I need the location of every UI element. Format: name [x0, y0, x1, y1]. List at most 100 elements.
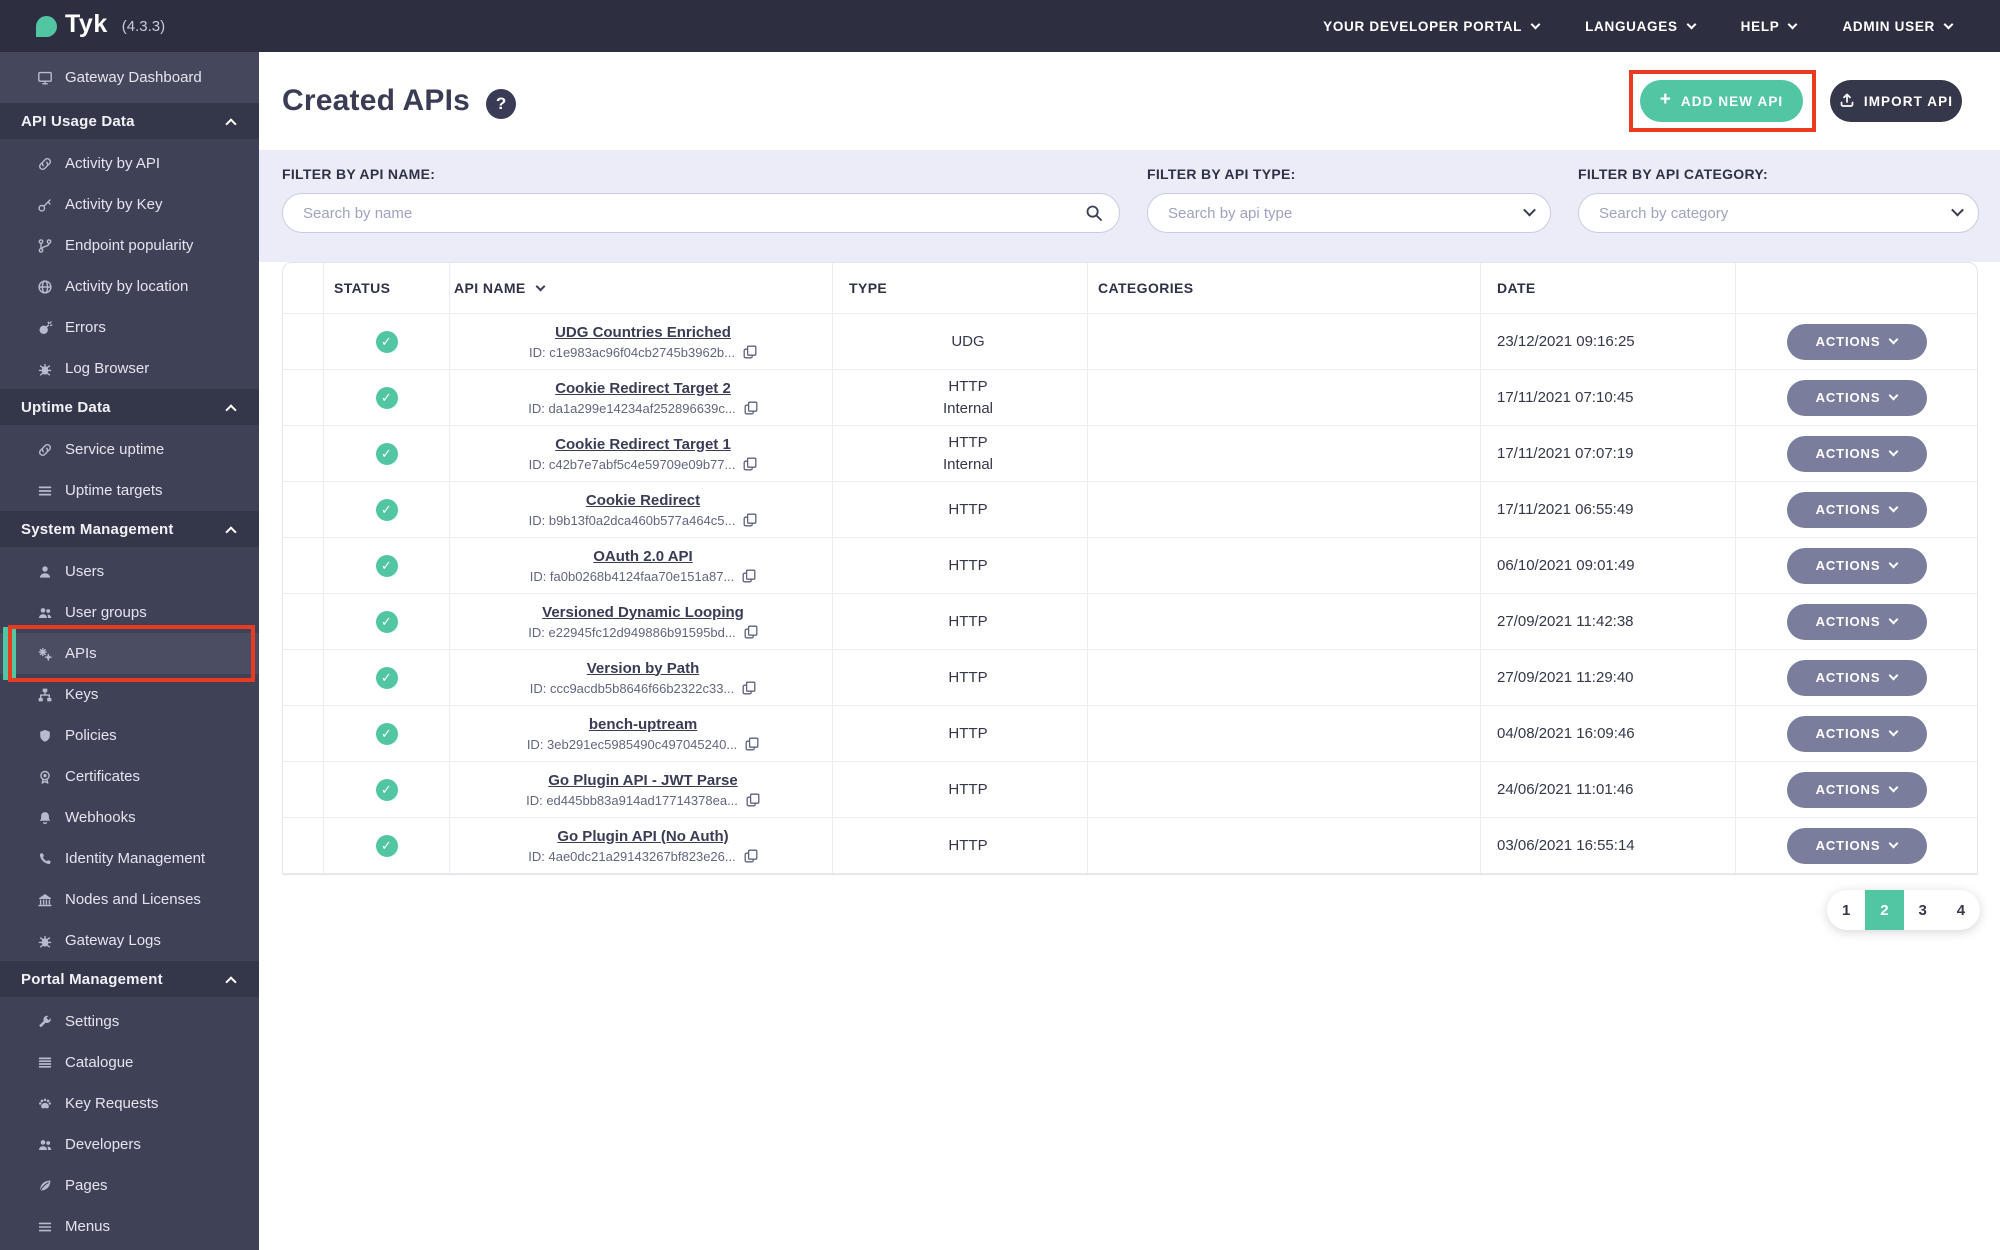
- filter-select-filter-by-api-category[interactable]: Search by category: [1578, 193, 1979, 233]
- copy-icon[interactable]: [743, 345, 757, 359]
- sidebar-item-label: Gateway Dashboard: [65, 69, 202, 86]
- actions-button[interactable]: ACTIONS: [1786, 491, 1927, 528]
- topbar-menu-label: HELP: [1740, 18, 1780, 34]
- api-name-link[interactable]: Go Plugin API - JWT Parse: [548, 772, 737, 789]
- type-line: HTTP: [948, 500, 988, 518]
- sidebar-item-key-requests[interactable]: Key Requests: [0, 1083, 259, 1124]
- api-name-link[interactable]: OAuth 2.0 API: [593, 548, 692, 565]
- api-name-link[interactable]: bench-uptream: [589, 716, 697, 733]
- copy-icon[interactable]: [742, 569, 756, 583]
- actions-button[interactable]: ACTIONS: [1786, 715, 1927, 752]
- copy-icon[interactable]: [743, 457, 757, 471]
- sidebar-section-api-usage-data[interactable]: API Usage Data: [0, 103, 259, 139]
- api-name-link[interactable]: UDG Countries Enriched: [555, 324, 731, 341]
- column-header-api-name[interactable]: API NAME: [450, 263, 833, 314]
- sidebar-item-gateway-logs[interactable]: Gateway Logs: [0, 920, 259, 961]
- api-name-link[interactable]: Go Plugin API (No Auth): [557, 828, 728, 845]
- sidebar-item-keys[interactable]: Keys: [0, 674, 259, 715]
- actions-button[interactable]: ACTIONS: [1786, 435, 1927, 472]
- actions-button[interactable]: ACTIONS: [1786, 603, 1927, 640]
- shield-icon: [36, 728, 54, 744]
- sidebar-item-apis[interactable]: APIs: [0, 627, 259, 680]
- import-api-button[interactable]: IMPORT API: [1830, 80, 1962, 122]
- copy-icon[interactable]: [744, 625, 758, 639]
- table-body: ✓ UDG Countries Enriched ID: c1e983ac96f04…: [283, 314, 1977, 874]
- sidebar-item-user-groups[interactable]: User groups: [0, 592, 259, 633]
- sidebar-item-errors[interactable]: Errors: [0, 307, 259, 348]
- api-name-link[interactable]: Cookie Redirect: [586, 492, 700, 509]
- sidebar-item-log-browser[interactable]: Log Browser: [0, 348, 259, 389]
- topbar-menu-admin-user[interactable]: ADMIN USER: [1842, 19, 1954, 34]
- globe-icon: [36, 279, 54, 295]
- copy-icon[interactable]: [743, 513, 757, 527]
- sidebar-item-activity-by-location[interactable]: Activity by location: [0, 266, 259, 307]
- sidebar-item-settings[interactable]: Settings: [0, 1001, 259, 1042]
- sidebar-item-service-uptime[interactable]: Service uptime: [0, 429, 259, 470]
- sidebar-section-uptime-data[interactable]: Uptime Data: [0, 389, 259, 425]
- api-name-link[interactable]: Versioned Dynamic Looping: [542, 604, 744, 621]
- search-input[interactable]: [303, 204, 1099, 222]
- sidebar-item-gateway-dashboard[interactable]: Gateway Dashboard: [0, 52, 259, 103]
- actions-button[interactable]: ACTIONS: [1786, 827, 1927, 864]
- sidebar-item-catalogue[interactable]: Catalogue: [0, 1042, 259, 1083]
- sidebar-item-nodes-and-licenses[interactable]: Nodes and Licenses: [0, 879, 259, 920]
- api-name-link[interactable]: Cookie Redirect Target 2: [555, 380, 731, 397]
- sidebar-item-activity-by-key[interactable]: Activity by Key: [0, 184, 259, 225]
- sidebar-item-identity-management[interactable]: Identity Management: [0, 838, 259, 879]
- sidebar-item-uptime-targets[interactable]: Uptime targets: [0, 470, 259, 511]
- help-icon[interactable]: ?: [486, 88, 517, 119]
- status-cell: ✓: [324, 650, 450, 706]
- actions-button[interactable]: ACTIONS: [1786, 323, 1927, 360]
- filter-select-filter-by-api-type[interactable]: Search by api type: [1147, 193, 1551, 233]
- sidebar-section-system-management[interactable]: System Management: [0, 511, 259, 547]
- api-id: ID: b9b13f0a2dca460b577a464c5...: [529, 513, 758, 528]
- api-name-search-box[interactable]: [282, 193, 1120, 233]
- copy-icon[interactable]: [745, 737, 759, 751]
- topbar-menu-your-developer-portal[interactable]: YOUR DEVELOPER PORTAL: [1323, 19, 1541, 34]
- add-new-api-label: ADD NEW API: [1680, 93, 1784, 109]
- chevron-down-icon: [1888, 502, 1899, 513]
- sidebar-item-label: Identity Management: [65, 850, 206, 867]
- sidebar-item-certificates[interactable]: Certificates: [0, 756, 259, 797]
- actions-button[interactable]: ACTIONS: [1786, 547, 1927, 584]
- search-icon[interactable]: [1085, 204, 1103, 222]
- actions-button[interactable]: ACTIONS: [1786, 379, 1927, 416]
- sidebar-section-portal-management[interactable]: Portal Management: [0, 961, 259, 997]
- sidebar-item-label: Users: [65, 563, 105, 580]
- sidebar-item-label: Webhooks: [65, 809, 136, 826]
- sidebar-item-webhooks[interactable]: Webhooks: [0, 797, 259, 838]
- sidebar-item-users[interactable]: Users: [0, 551, 259, 592]
- link-icon: [36, 442, 54, 458]
- monitor-icon: [36, 70, 54, 86]
- sidebar-item-label: Activity by Key: [65, 196, 163, 213]
- page-3[interactable]: 3: [1904, 890, 1942, 930]
- sidebar-item-policies[interactable]: Policies: [0, 715, 259, 756]
- sidebar-item-endpoint-popularity[interactable]: Endpoint popularity: [0, 225, 259, 266]
- page-4[interactable]: 4: [1942, 890, 1980, 930]
- sort-chevron-icon[interactable]: [535, 281, 546, 291]
- actions-button[interactable]: ACTIONS: [1786, 659, 1927, 696]
- sidebar-item-menus[interactable]: Menus: [0, 1206, 259, 1247]
- copy-icon[interactable]: [742, 681, 756, 695]
- actions-button[interactable]: ACTIONS: [1786, 771, 1927, 808]
- api-name-link[interactable]: Cookie Redirect Target 1: [555, 436, 731, 453]
- page-1[interactable]: 1: [1827, 890, 1865, 930]
- status-active-icon: ✓: [375, 722, 398, 745]
- sidebar-item-developers[interactable]: Developers: [0, 1124, 259, 1165]
- tyk-brand[interactable]: Tyk (4.3.3): [36, 12, 165, 37]
- add-new-api-button[interactable]: + ADD NEW API: [1640, 80, 1803, 122]
- sidebar-item-pages[interactable]: Pages: [0, 1165, 259, 1206]
- table-row: ✓ UDG Countries Enriched ID: c1e983ac96f04…: [283, 314, 1977, 370]
- copy-icon[interactable]: [744, 849, 758, 863]
- tyk-logo-icon: [36, 15, 57, 37]
- api-name-link[interactable]: Version by Path: [587, 660, 700, 677]
- copy-icon[interactable]: [744, 401, 758, 415]
- chevron-up-icon: [225, 525, 237, 538]
- sidebar-item-activity-by-api[interactable]: Activity by API: [0, 143, 259, 184]
- copy-icon[interactable]: [746, 793, 760, 807]
- topbar-menu-help[interactable]: HELP: [1740, 18, 1798, 34]
- topbar-menu-languages[interactable]: LANGUAGES: [1585, 19, 1697, 34]
- main-content: Created APIs ? + ADD NEW API IMPORT API …: [259, 52, 2000, 1250]
- page-2[interactable]: 2: [1865, 890, 1904, 930]
- chevron-down-icon: [1686, 19, 1697, 29]
